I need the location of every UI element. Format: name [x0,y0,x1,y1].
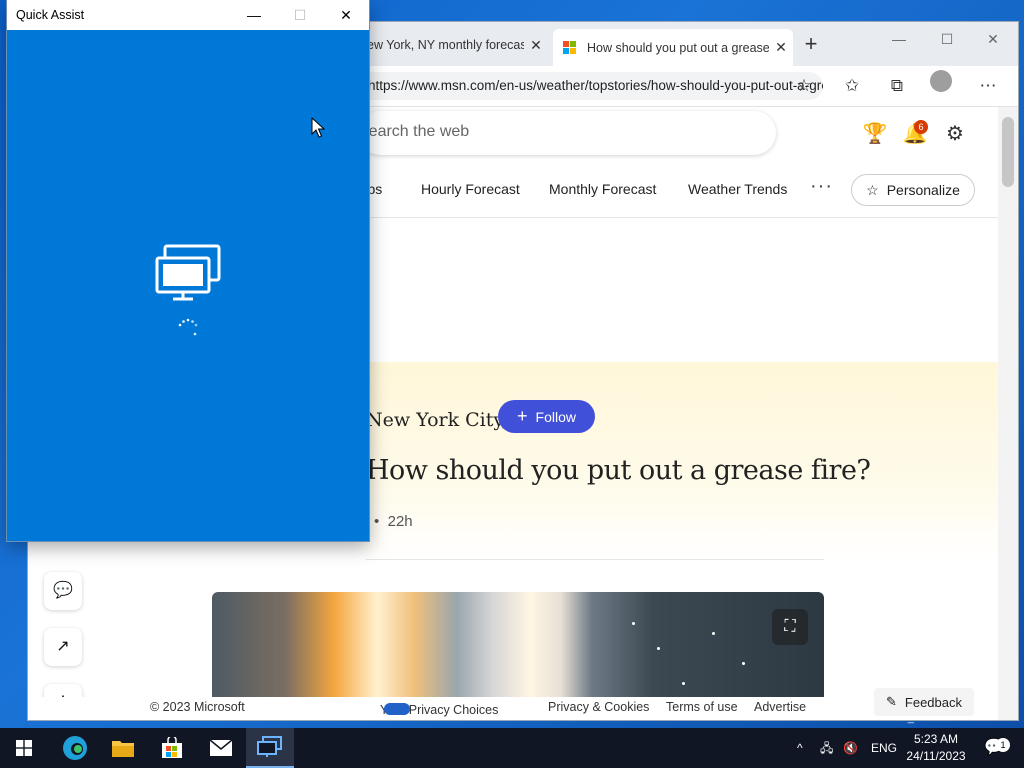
quick-assist-icon [257,736,282,757]
comment-button[interactable]: 💬 [44,572,82,610]
more-icon[interactable]: ⋯ [974,72,1002,100]
microsoft-logo-icon [563,40,577,55]
star-edit-icon: ☆ [866,181,879,198]
share-icon: ↗ [56,638,70,655]
follow-button[interactable]: + Follow [498,400,595,433]
spark [632,622,635,625]
feedback-label: Feedback [904,694,962,710]
follow-label: Follow [535,408,576,425]
comment-icon: 💬 [53,582,73,599]
nav-item-hourly-forecast[interactable]: Hourly Forecast [421,181,520,197]
spark [682,682,685,685]
nav-item-monthly-forecast[interactable]: Monthly Forecast [549,181,656,197]
maximize-button: ☐ [293,7,307,23]
article-age: • 22h [374,513,413,530]
clock-date: 24/11/2023 [906,749,966,763]
spark [742,662,745,665]
notification-count-badge: 1 [996,738,1010,752]
privacy-cookies-link[interactable]: Privacy & Cookies [548,700,649,714]
spark [712,632,715,635]
quick-assist-window: Quick Assist — ☐ ✕ [7,0,369,541]
windows-start-icon [16,740,32,756]
advertise-link[interactable]: Advertise [754,700,806,714]
taskbar: ^ 🖧 🔇 ENG 5:23 AM 24/11/2023 💬 1 [0,728,1024,768]
edge-icon [63,736,87,760]
scrollbar-thumb[interactable] [1002,117,1014,187]
volume-muted-icon[interactable]: 🔇 [843,728,858,768]
close-window-button[interactable]: ✕ [970,26,1016,52]
favorites-icon[interactable]: ✩ [838,72,866,100]
quick-assist-titlebar: Quick Assist — ☐ ✕ [7,0,369,30]
minimize-button[interactable]: — [876,26,922,52]
remote-desktop-icon [155,244,221,301]
taskbar-store[interactable] [148,728,196,768]
search-box[interactable]: Search the web b [358,111,776,155]
personalize-button[interactable]: ☆ Personalize [851,174,975,206]
store-icon [162,737,182,758]
nav-item-weather-trends[interactable]: Weather Trends [688,181,787,197]
personalize-label: Personalize [886,182,960,198]
age-value: 22h [387,513,413,530]
page-footer: © 2023 Microsoft Your Privacy Choices Pr… [28,697,998,720]
network-icon[interactable]: 🖧 [820,728,833,768]
feedback-button[interactable]: ✎ Feedback [874,688,974,716]
add-favorite-icon[interactable]: ☆ [790,72,818,100]
taskbar-edge[interactable] [51,728,99,768]
nav-more-button[interactable]: ··· [810,175,833,198]
window-title: Quick Assist [16,8,85,22]
plus-icon: + [517,406,528,426]
taskbar-mail[interactable] [197,728,245,768]
rewards-icon[interactable]: 🏆 [862,121,888,147]
tab-grease-fire[interactable]: How should you put out a grease fire? ✕ [553,29,793,66]
minimize-button[interactable]: — [231,0,277,30]
tab-title: How should you put out a grease fire? [587,40,769,55]
article-headline: How should you put out a grease fire? [366,455,871,486]
clock[interactable]: 5:23 AM 24/11/2023 [900,731,972,765]
show-hidden-icons[interactable]: ^ [797,728,803,768]
taskbar-file-explorer[interactable] [99,728,147,768]
loading-spinner-icon [178,318,198,336]
scrollbar[interactable] [998,107,1018,720]
file-explorer-icon [112,741,134,757]
search-input[interactable]: Search the web [358,123,469,141]
clock-time: 5:23 AM [913,732,959,746]
mouse-cursor-icon [311,117,325,138]
language-indicator[interactable]: ENG [871,728,897,768]
start-button[interactable] [0,728,48,768]
share-button[interactable]: ↗ [44,628,82,666]
close-icon[interactable]: ✕ [769,39,793,56]
url-field[interactable]: https://www.msn.com/en-us/weather/topsto… [358,72,823,100]
settings-icon[interactable]: ⚙ [942,121,968,147]
close-icon[interactable]: ✕ [524,37,548,54]
notification-badge: 6 [914,120,928,134]
feedback-icon: ✎ [886,694,897,709]
copyright: © 2023 Microsoft [150,700,245,714]
terms-link[interactable]: Terms of use [666,700,738,714]
divider [366,559,824,560]
new-tab-button[interactable]: + [798,32,824,58]
spark [657,647,660,650]
privacy-toggle-icon [384,703,410,715]
tab-title: New York, NY monthly forecast | [358,38,524,52]
collections-icon[interactable]: ⧉ [883,72,911,100]
fullscreen-button[interactable]: ⛶ [772,609,808,645]
close-button[interactable]: ✕ [323,0,369,30]
age-separator: • [374,513,380,530]
tab-monthly-forecast[interactable]: New York, NY monthly forecast | ✕ [358,30,548,60]
maximize-button[interactable]: ☐ [924,26,970,52]
profile-icon[interactable] [930,70,952,92]
taskbar-quick-assist[interactable] [246,728,294,768]
fullscreen-icon: ⛶ [784,618,796,635]
mail-icon [209,739,233,756]
